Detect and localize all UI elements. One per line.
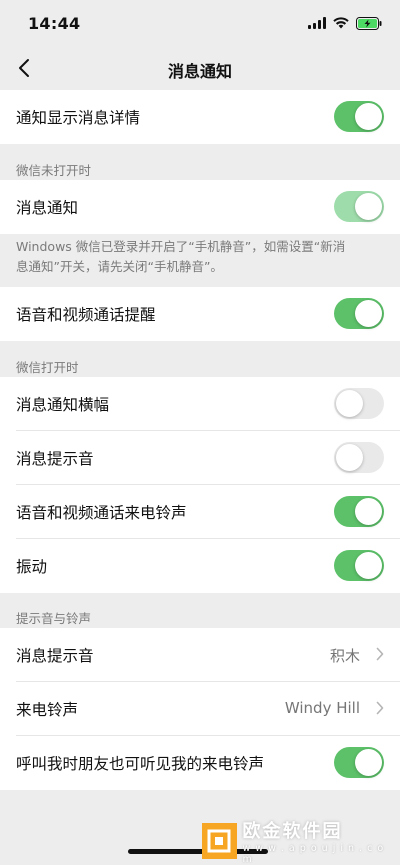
row-label: 消息提示音 <box>16 647 94 665</box>
vibrate-toggle[interactable] <box>334 550 384 581</box>
page-title: 消息通知 <box>167 62 232 81</box>
row-label: 语音和视频通话来电铃声 <box>16 504 187 522</box>
row-label: 消息通知横幅 <box>16 396 110 414</box>
row-banner: 消息通知横幅 <box>0 377 400 431</box>
row-msg-notify: 消息通知 <box>0 180 400 234</box>
msg-sound-toggle[interactable] <box>334 442 384 473</box>
msg-notify-toggle[interactable] <box>334 191 384 222</box>
battery-charging-icon <box>356 16 382 30</box>
windows-mute-note: Windows 微信已登录并开启了“手机静音”，如需设置“新消 息通知”开关，请… <box>16 237 386 277</box>
row-tone[interactable]: 消息提示音 积木 <box>0 628 400 682</box>
ringtone-value: Windy Hill <box>284 699 360 717</box>
chevron-right-icon <box>376 701 384 715</box>
row-msg-sound: 消息提示音 <box>0 431 400 485</box>
wifi-icon <box>333 17 349 29</box>
row-label: 通知显示消息详情 <box>16 109 141 127</box>
row-label: 消息通知 <box>16 199 79 217</box>
row-label: 来电铃声 <box>16 701 79 719</box>
status-bar: 14:44 <box>0 0 400 46</box>
note-line-2: 息通知”开关，请先关闭“手机静音”。 <box>16 259 223 274</box>
note-line-1: Windows 微信已登录并开启了“手机静音”，如需设置“新消 <box>16 239 346 254</box>
row-label: 语音和视频通话提醒 <box>16 306 156 324</box>
row-label: 振动 <box>16 558 48 576</box>
row-call-ring: 语音和视频通话来电铃声 <box>0 485 400 539</box>
status-time: 14:44 <box>28 14 81 33</box>
watermark-url: w w w . a p o u j i n . c o m <box>242 843 385 865</box>
share-ring-toggle[interactable] <box>334 747 384 778</box>
watermark: 欧金软件园 w w w . a p o u j i n . c o m <box>202 820 392 865</box>
chevron-right-icon <box>376 647 384 661</box>
status-icons <box>308 15 382 31</box>
call-remind-toggle[interactable] <box>334 298 384 329</box>
call-ring-toggle[interactable] <box>334 496 384 527</box>
banner-toggle[interactable] <box>334 388 384 419</box>
watermark-title: 欧金软件园 <box>242 821 343 842</box>
cellular-signal-icon <box>308 17 326 29</box>
nav-bar: 消息通知 <box>0 46 400 90</box>
row-vibrate: 振动 <box>0 539 400 593</box>
tone-value: 积木 <box>329 647 360 665</box>
row-call-remind: 语音和视频通话提醒 <box>0 287 400 341</box>
section-header-closed: 微信未打开时 <box>16 163 92 178</box>
section-header-opened: 微信打开时 <box>16 360 79 375</box>
row-share-ring: 呼叫我时朋友也可听见我的来电铃声 <box>0 736 400 790</box>
row-show-detail: 通知显示消息详情 <box>0 90 400 144</box>
watermark-logo-icon <box>202 823 237 859</box>
row-label: 呼叫我时朋友也可听见我的来电铃声 <box>16 755 265 773</box>
show-detail-toggle[interactable] <box>334 101 384 132</box>
row-ringtone[interactable]: 来电铃声 Windy Hill <box>0 682 400 736</box>
section-header-tones: 提示音与铃声 <box>16 611 92 626</box>
row-label: 消息提示音 <box>16 450 94 468</box>
